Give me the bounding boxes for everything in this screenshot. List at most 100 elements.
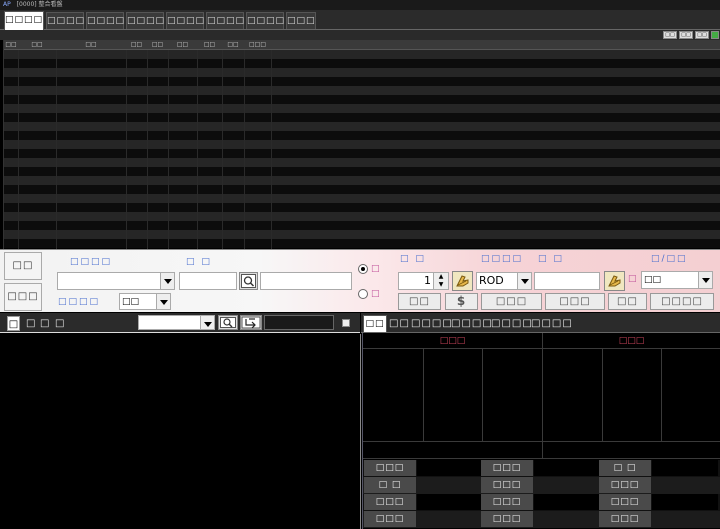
detail-label: □□□ [481, 511, 533, 527]
lower-right-tab-strip: □□ □□ □□□□ □□□□ □□□□ □□□□ [361, 313, 720, 333]
type-select[interactable]: □□ [119, 293, 171, 310]
tab-6[interactable]: □□□□ [246, 12, 284, 29]
table-row[interactable] [4, 176, 720, 185]
table-row[interactable] [4, 131, 720, 140]
lower-left-tab-3[interactable]: □ [55, 316, 64, 331]
buy-side-button[interactable]: □□ [4, 252, 42, 280]
grid-toolbar-button-1[interactable]: □□ [679, 31, 693, 39]
radio-option-2[interactable] [358, 289, 368, 299]
detail-label: □ □ [599, 460, 651, 476]
lower-left-tab-0[interactable]: □ [7, 316, 20, 331]
lower-left-search-button[interactable] [218, 315, 238, 330]
radio-label-1: □ [371, 264, 380, 274]
table-row[interactable] [4, 104, 720, 113]
radio-option-1[interactable] [358, 264, 368, 274]
action-button-0[interactable]: □□ [398, 293, 441, 310]
grid-header-cell[interactable]: □□ [18, 40, 56, 50]
table-row[interactable] [4, 122, 720, 131]
condition-select[interactable]: □□ [641, 271, 713, 289]
sell-side-button[interactable]: □□□ [4, 283, 42, 311]
tab-3[interactable]: □□□□ [126, 12, 164, 29]
detail-label: □□□ [599, 477, 651, 493]
table-row[interactable] [4, 149, 720, 158]
grid-header-cell[interactable]: □□ [56, 40, 126, 50]
stock-input[interactable] [179, 272, 237, 290]
tab-4[interactable]: □□□□ [166, 12, 204, 29]
grid-header-cell[interactable]: □□ [147, 40, 168, 50]
lower-left-chart-area[interactable] [0, 334, 361, 529]
grid-toolbar-button-0[interactable]: □□ [663, 31, 677, 39]
price-hand-button[interactable] [604, 271, 625, 291]
grid-header-cell[interactable]: □□ [197, 40, 222, 50]
table-row[interactable] [4, 167, 720, 176]
table-row[interactable] [4, 113, 720, 122]
lower-right-tab-4[interactable]: □□□□ [491, 316, 533, 331]
lower-left-mini-search-icon[interactable] [342, 319, 350, 327]
dollar-button[interactable]: $ [445, 293, 478, 310]
detail-label: □□□ [364, 460, 416, 476]
stepper-arrows-icon[interactable]: ▲ ▼ [433, 273, 448, 289]
action-button-3[interactable]: □□□ [545, 293, 605, 310]
quote-divider [482, 349, 483, 441]
link-arrow-icon [241, 316, 261, 329]
table-row[interactable] [4, 140, 720, 149]
table-row[interactable] [4, 212, 720, 221]
tab-5[interactable]: □□□□ [206, 12, 244, 29]
radio-label-2: □ [371, 289, 380, 299]
search-icon [241, 274, 256, 288]
quote-divider [363, 441, 720, 442]
tab-0[interactable]: □□□□ [4, 11, 44, 30]
table-row[interactable] [4, 95, 720, 104]
table-row[interactable] [4, 50, 720, 59]
detail-label: □□□ [364, 511, 416, 527]
action-button-2[interactable]: □□□ [481, 293, 542, 310]
table-row[interactable] [4, 221, 720, 230]
lower-left-select[interactable] [138, 315, 215, 330]
price-input[interactable] [534, 272, 600, 290]
grid-header-cell[interactable]: □□□ [244, 40, 271, 50]
grid-header-cell[interactable]: □□ [222, 40, 244, 50]
quote-grid[interactable]: □□ □□ □□ □□ □□ □□ □□ □□ □□□ [3, 40, 720, 249]
grid-toolbar-button-2[interactable]: □□ [695, 31, 709, 39]
table-row[interactable] [4, 185, 720, 194]
lower-right-tab-1[interactable]: □□ [389, 316, 410, 331]
table-row[interactable] [4, 77, 720, 86]
grid-header-cell[interactable]: □□ [168, 40, 197, 50]
table-row[interactable] [4, 158, 720, 167]
lower-left-tab-1[interactable]: □ [26, 316, 35, 331]
tab-7[interactable]: □□□ [286, 12, 316, 29]
tab-1[interactable]: □□□□ [46, 12, 84, 29]
lower-left-text-input[interactable] [264, 315, 334, 330]
action-button-4[interactable]: □□ [608, 293, 647, 310]
lower-left-tab-2[interactable]: □ [40, 316, 49, 331]
detail-label: □□□ [599, 511, 651, 527]
table-row[interactable] [4, 59, 720, 68]
quote-divider [363, 458, 720, 459]
table-row[interactable] [4, 230, 720, 239]
lower-right-tab-2[interactable]: □□□□ [411, 316, 453, 331]
table-row[interactable] [4, 68, 720, 77]
qty-hand-button[interactable] [452, 271, 473, 291]
table-row[interactable] [4, 239, 720, 248]
stock-search-button[interactable] [239, 272, 258, 290]
table-row[interactable] [4, 86, 720, 95]
grid-header-cell[interactable]: □□ [4, 40, 18, 50]
tab-2[interactable]: □□□□ [86, 12, 124, 29]
table-row[interactable] [4, 203, 720, 212]
lower-left-link-button[interactable] [240, 315, 262, 330]
lower-right-tab-5[interactable]: □□□□ [531, 316, 573, 331]
lower-right-tab-3[interactable]: □□□□ [451, 316, 493, 331]
table-row[interactable] [4, 194, 720, 203]
price-type-select[interactable]: ROD [476, 272, 532, 290]
action-button-5[interactable]: □□□□ [650, 293, 714, 310]
detail-value [534, 494, 600, 510]
type-label: □□□□ [58, 297, 101, 307]
grid-header-cell[interactable]: □□ [126, 40, 147, 50]
account-select[interactable] [57, 272, 175, 290]
price-label: □ □ [538, 254, 564, 264]
qty-stepper[interactable]: 1 ▲ ▼ [398, 272, 449, 290]
quote-divider [602, 349, 603, 441]
grid-export-icon[interactable] [711, 31, 719, 39]
detail-value [534, 460, 600, 476]
lower-right-tab-0[interactable]: □□ [363, 315, 387, 332]
